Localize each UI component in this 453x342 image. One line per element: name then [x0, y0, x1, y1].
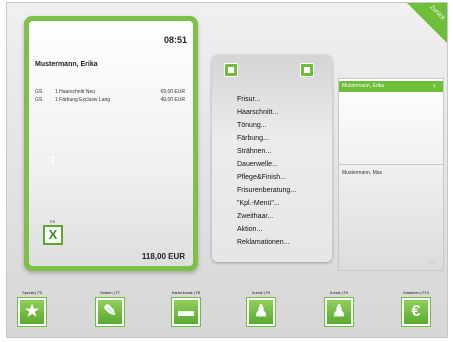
fkey-label: Spezial | F5	[22, 291, 42, 295]
menu-item[interactable]: Reklamationen...	[237, 236, 296, 249]
fkey-label: Kunde | F9	[252, 291, 270, 295]
menu-item[interactable]: Zweithaar...	[237, 210, 296, 223]
line-item-description: 1 Färbung Exclusiv Lang	[55, 97, 111, 103]
customer-name: Mustermann, Erika	[35, 61, 98, 68]
fkey-label: Kunde | F9	[330, 291, 348, 295]
fkey-customer-file[interactable]: Kartei-kunde | F8 ▬	[164, 290, 208, 326]
menu-item[interactable]: Haarschnitt...	[237, 106, 296, 119]
line-item-price: 49,00 EUR	[160, 97, 185, 103]
menu-item[interactable]: Färbung...	[237, 132, 296, 145]
menu-item[interactable]: Tönung...	[237, 119, 296, 132]
expand-arrows-icon[interactable]: ▲ ▼	[50, 155, 56, 166]
menu-item[interactable]: Aktion...	[237, 223, 296, 236]
fkey-customer[interactable]: Kunde | F9 ♟	[239, 290, 283, 326]
menu-item[interactable]: Strähnen...	[237, 145, 296, 158]
fkey-notes[interactable]: Notizen | F7 ✎	[88, 290, 132, 326]
fkey-checkout[interactable]: Kassieren | F10 €	[394, 290, 438, 326]
download-icon[interactable]	[300, 63, 314, 77]
excel-export-icon[interactable]: X	[43, 225, 63, 245]
menu-item[interactable]: Frisur...	[237, 93, 296, 106]
service-menu-panel: Frisur... Haarschnitt... Tönung... Färbu…	[212, 55, 332, 262]
fkey-customer-2[interactable]: Kunde | F9 ♟	[317, 290, 361, 326]
clock-time: 08:51	[163, 35, 187, 45]
customer-row[interactable]: Mustermann, Max	[342, 170, 382, 176]
euro-icon[interactable]: €	[402, 298, 430, 326]
function-key-bar: Spezial | F5 ★ Notizen | F7 ✎ Kartei-kun…	[0, 290, 453, 336]
female-icon: ♀	[431, 83, 437, 90]
excel-key-label: F8	[50, 219, 55, 224]
line-item-code: GS	[35, 97, 43, 103]
line-item[interactable]: GS 1 Haarschnitt Neu 69,00 EUR	[35, 88, 185, 96]
customer-row-name: Mustermann, Erika	[342, 83, 384, 89]
star-icon[interactable]: ★	[18, 298, 46, 326]
back-corner-tab[interactable]: Zurück	[407, 3, 447, 43]
receipt-total: 118,00 EUR	[141, 252, 185, 261]
fkey-label: Kassieren | F10	[403, 291, 429, 295]
menu-item[interactable]: "Kpl.-Menü"...	[237, 197, 296, 210]
person-icon[interactable]: ♟	[247, 298, 275, 326]
line-item-price: 69,00 EUR	[160, 89, 185, 95]
receipt-content: 08:51 Mustermann, Erika GS 1 Haarschnitt…	[29, 21, 193, 266]
list-divider	[339, 164, 443, 165]
fkey-label: Kartei-kunde | F8	[171, 291, 201, 295]
fkey-label: Notizen | F7	[100, 291, 120, 295]
person-icon[interactable]: ♟	[325, 298, 353, 326]
menu-item[interactable]: Pflege&Finish...	[237, 171, 296, 184]
receipt-card: 08:51 Mustermann, Erika GS 1 Haarschnitt…	[24, 16, 198, 271]
service-menu-list: Frisur... Haarschnitt... Tönung... Färbu…	[237, 93, 296, 249]
receipt-line-items: GS 1 Haarschnitt Neu 69,00 EUR GS 1 Färb…	[35, 88, 185, 104]
customer-list-panel: Mustermann, Erika ♀ Mustermann, Max ♂	[338, 78, 444, 271]
menu-item[interactable]: Frisurenberatung...	[237, 184, 296, 197]
folder-icon[interactable]: ▬	[172, 298, 200, 326]
line-item-description: 1 Haarschnitt Neu	[55, 89, 96, 95]
fkey-special[interactable]: Spezial | F5 ★	[10, 290, 54, 326]
notes-icon[interactable]: ✎	[96, 298, 124, 326]
menu-item[interactable]: Dauerwelle...	[237, 158, 296, 171]
back-label[interactable]: Zurück	[428, 4, 445, 21]
customer-row-selected[interactable]: Mustermann, Erika	[339, 81, 443, 92]
line-item[interactable]: GS 1 Färbung Exclusiv Lang 49,00 EUR	[35, 96, 185, 104]
male-icon: ♂	[428, 257, 437, 269]
tablet-icon[interactable]	[224, 63, 238, 77]
line-item-code: GS	[35, 89, 43, 95]
